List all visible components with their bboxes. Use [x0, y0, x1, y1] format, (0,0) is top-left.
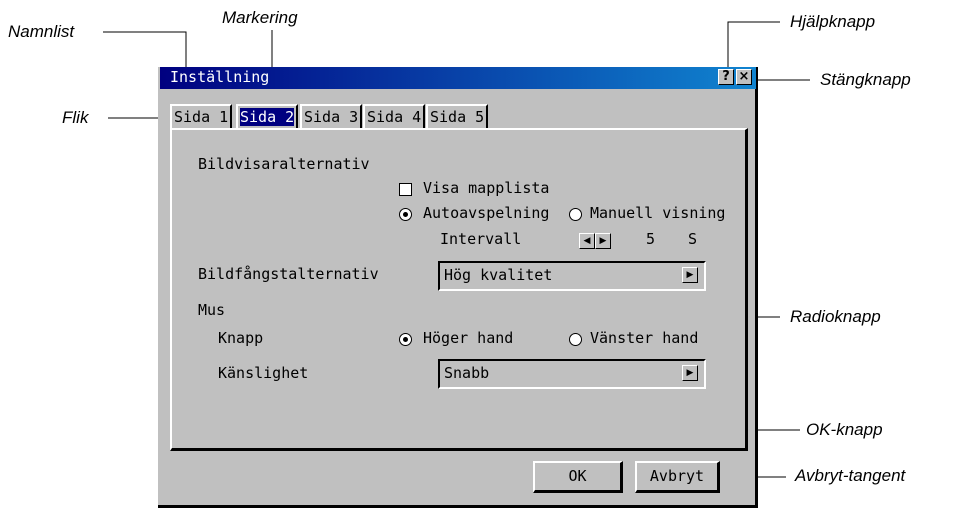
annotation-flik: Flik	[62, 108, 89, 127]
tab-sida-2[interactable]: Sida 2	[236, 104, 299, 128]
tab-label: Sida 3	[304, 108, 359, 126]
right-hand-label: Höger hand	[423, 329, 514, 347]
right-hand-radio[interactable]	[399, 333, 412, 346]
annotation-stangknapp: Stängknapp	[820, 70, 911, 89]
ok-button[interactable]: OK	[533, 461, 623, 493]
tab-label: Sida 5	[430, 108, 485, 126]
sensitivity-select[interactable]: Snabb ▶	[438, 359, 706, 389]
mouse-heading: Mus	[198, 301, 226, 319]
title-bar[interactable]: Inställning ? ×	[160, 67, 756, 89]
annotation-namnlist: Namnlist	[8, 22, 75, 41]
mouse-button-label: Knapp	[218, 329, 264, 347]
left-hand-radio[interactable]	[569, 333, 582, 346]
annotation-radioknapp: Radioknapp	[790, 307, 881, 326]
annotation-okknapp: OK-knapp	[806, 420, 883, 439]
manual-label: Manuell visning	[590, 204, 726, 222]
capture-quality-value: Hög kvalitet	[444, 266, 553, 284]
folder-list-checkbox[interactable]	[399, 183, 412, 196]
close-icon[interactable]: ×	[736, 69, 752, 85]
tab-sida-3[interactable]: Sida 3	[300, 104, 363, 128]
interval-unit: S	[688, 230, 698, 248]
folder-list-label: Visa mapplista	[423, 179, 550, 197]
settings-dialog: Inställning ? × Sida 1 Sida 2 Sida 3 Sid…	[158, 67, 758, 508]
window-title: Inställning	[170, 68, 270, 86]
help-icon[interactable]: ?	[718, 69, 734, 85]
cancel-button[interactable]: Avbryt	[635, 461, 720, 493]
viewer-options-heading: Bildvisaralternativ	[198, 155, 370, 173]
autoplay-radio[interactable]	[399, 208, 412, 221]
sensitivity-value: Snabb	[444, 364, 490, 382]
left-arrow-icon[interactable]: ◀	[579, 233, 595, 249]
right-arrow-icon[interactable]: ▶	[682, 267, 698, 283]
right-arrow-icon[interactable]: ▶	[682, 365, 698, 381]
annotation-markering: Markering	[222, 8, 298, 27]
autoplay-label: Autoavspelning	[423, 204, 550, 222]
right-arrow-icon[interactable]: ▶	[595, 233, 611, 249]
interval-value: 5	[646, 230, 656, 248]
capture-options-label: Bildfångstalternativ	[198, 265, 379, 283]
tab-sida-1[interactable]: Sida 1	[170, 104, 233, 128]
annotation-avbryttangent: Avbryt-tangent	[795, 466, 906, 485]
tab-label: Sida 2	[240, 108, 295, 126]
tab-sida-5[interactable]: Sida 5	[426, 104, 489, 128]
capture-quality-select[interactable]: Hög kvalitet ▶	[438, 261, 706, 291]
annotation-hjalpknapp: Hjälpknapp	[790, 12, 876, 31]
left-hand-label: Vänster hand	[590, 329, 699, 347]
sensitivity-label: Känslighet	[218, 364, 309, 382]
manual-radio[interactable]	[569, 208, 582, 221]
interval-label: Intervall	[440, 230, 522, 248]
tab-label: Sida 4	[367, 108, 422, 126]
tab-sida-4[interactable]: Sida 4	[363, 104, 426, 128]
tab-label: Sida 1	[174, 108, 229, 126]
